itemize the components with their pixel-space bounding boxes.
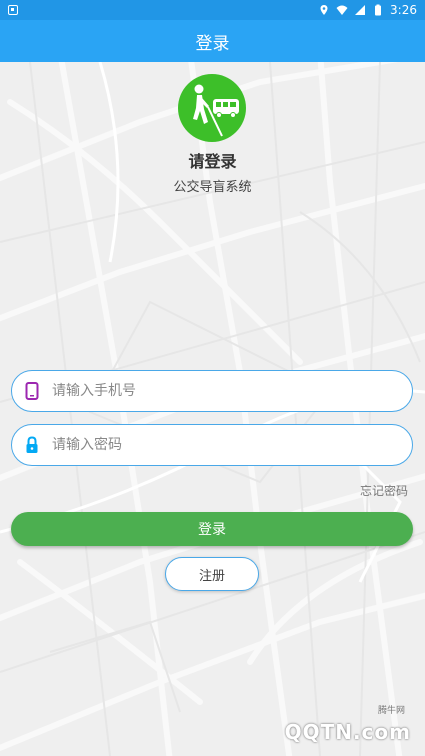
forgot-password-link[interactable]: 忘记密码 <box>360 482 408 499</box>
page-subtitle: 公交导盲系统 <box>173 180 252 195</box>
login-button[interactable]: 登录 <box>11 512 413 546</box>
phone-input[interactable] <box>52 371 412 411</box>
app-logo <box>178 74 246 142</box>
wifi-icon <box>336 5 348 15</box>
location-icon <box>320 5 328 15</box>
phone-icon <box>25 382 39 400</box>
signal-icon <box>355 5 366 15</box>
register-button[interactable]: 注册 <box>165 557 259 591</box>
clock: 3:26 <box>390 3 417 17</box>
page-title: 请登录 <box>188 152 237 171</box>
watermark-text: QQTN.com <box>284 720 411 744</box>
app-bar-title: 登录 <box>195 33 230 54</box>
app-bar: 登录 <box>0 20 425 62</box>
password-field[interactable] <box>11 424 413 466</box>
battery-icon <box>375 4 382 16</box>
watermark-small-text: 腾牛网 <box>377 706 405 716</box>
notification-icon <box>8 5 18 15</box>
status-bar: 3:26 <box>0 0 425 20</box>
blind-person-bus-icon <box>193 84 239 137</box>
watermark: 腾牛网 QQTN.com <box>249 706 419 752</box>
password-input[interactable] <box>52 425 412 465</box>
phone-field[interactable] <box>11 370 413 412</box>
lock-icon <box>26 436 38 453</box>
